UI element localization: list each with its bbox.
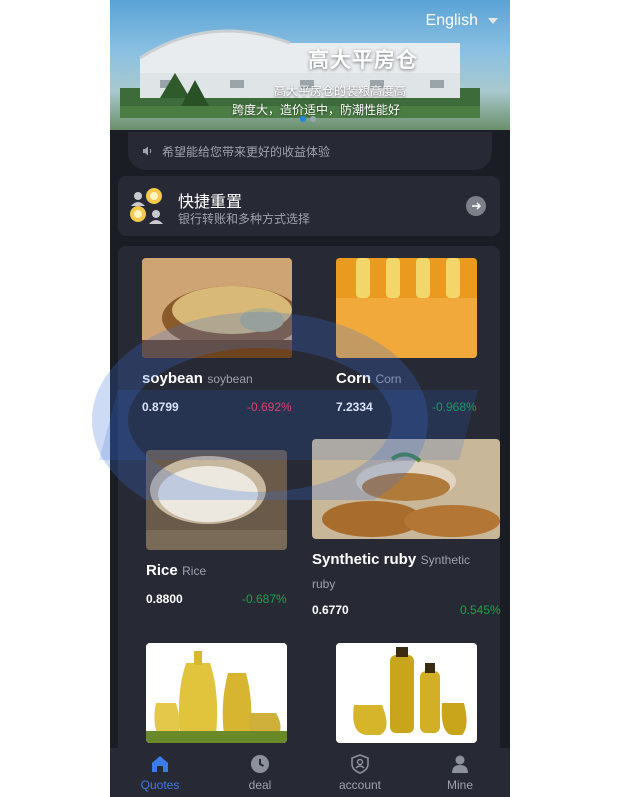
product-card-synthetic-ruby[interactable]: Synthetic ruby Synthetic ruby 0.6770 0.5… [312, 439, 502, 619]
tab-label: deal [248, 778, 272, 792]
product-change: -0.692% [247, 400, 292, 414]
product-subname: Corn [375, 372, 402, 386]
product-name: Rice [146, 562, 178, 579]
shield-user-icon [351, 754, 369, 774]
product-change: 0.545% [460, 603, 501, 617]
language-label: English [425, 12, 478, 29]
person-icon [452, 755, 468, 773]
arrow-right-icon[interactable] [466, 196, 486, 216]
people-coins-icon [130, 188, 163, 224]
carousel-dot[interactable] [310, 116, 316, 122]
product-card-oil-1[interactable] [146, 643, 287, 743]
tab-mine[interactable]: Mine [410, 753, 510, 792]
speaker-icon [143, 146, 152, 156]
tab-label: Quotes [140, 778, 180, 792]
caret-down-icon [488, 18, 498, 24]
product-price: 0.8799 [142, 400, 179, 414]
soybean-image [142, 258, 292, 358]
product-change: -0.968% [432, 400, 477, 414]
oil-bottles-image [336, 643, 477, 743]
product-price: 0.8800 [146, 592, 183, 606]
tab-deal[interactable]: deal [210, 753, 310, 792]
product-price: 0.6770 [312, 603, 349, 617]
product-card-soybean[interactable]: soybean soybean 0.8799 -0.692% [142, 258, 302, 418]
carousel-dots[interactable] [300, 116, 316, 122]
bottom-tab-bar: Quotes deal account Mine [110, 748, 510, 797]
product-subname: Rice [182, 564, 207, 578]
product-card-oil-2[interactable] [336, 643, 477, 743]
corn-image [336, 258, 477, 358]
tab-account[interactable]: account [310, 753, 410, 792]
quick-reset-title: 快捷重置 [178, 194, 243, 211]
banner-subtitle-2: 跨度大，造价适中，防潮性能好 [232, 103, 401, 117]
banner-title: 高大平房仓 [308, 49, 418, 72]
clock-icon [251, 755, 269, 773]
product-price: 7.2334 [336, 400, 373, 414]
rice-image [146, 450, 287, 550]
tab-quotes[interactable]: Quotes [110, 753, 210, 792]
product-subname-wrap: ruby [312, 577, 336, 591]
product-change: -0.687% [242, 592, 287, 606]
product-card-rice[interactable]: Rice Rice 0.8800 -0.687% [146, 450, 306, 610]
banner-subtitle-1: 高大平房仓的装粮高度高 [274, 84, 407, 98]
product-subname: Synthetic [420, 553, 470, 567]
phone-screen: English 高大平房仓 高大平房仓的装粮高度高 跨度大，造价适中，防潮性能好… [110, 0, 510, 797]
notice-text: 希望能给您带来更好的收益体验 [162, 144, 331, 159]
tab-label: Mine [446, 778, 473, 792]
quick-reset-subtitle: 银行转账和多种方式选择 [178, 212, 311, 226]
product-name: Synthetic ruby [312, 551, 417, 568]
olive-oil-image [146, 643, 287, 743]
product-name: soybean [142, 370, 203, 387]
synthetic-ruby-image [312, 439, 500, 539]
product-card-corn[interactable]: Corn Corn 7.2334 -0.968% [336, 258, 496, 418]
product-name: Corn [336, 370, 371, 387]
language-selector[interactable]: English [426, 12, 498, 30]
quick-reset-card[interactable]: 快捷重置 银行转账和多种方式选择 [118, 176, 500, 236]
banner-carousel[interactable]: English 高大平房仓 高大平房仓的装粮高度高 跨度大，造价适中，防潮性能好 [110, 0, 510, 130]
product-subname: soybean [207, 372, 253, 386]
tab-label: account [338, 778, 382, 792]
carousel-dot[interactable] [300, 116, 306, 122]
products-panel: soybean soybean 0.8799 -0.692% Corn Corn… [118, 246, 502, 756]
notice-bar: 希望能给您带来更好的收益体验 [128, 132, 492, 170]
home-icon [152, 756, 168, 772]
